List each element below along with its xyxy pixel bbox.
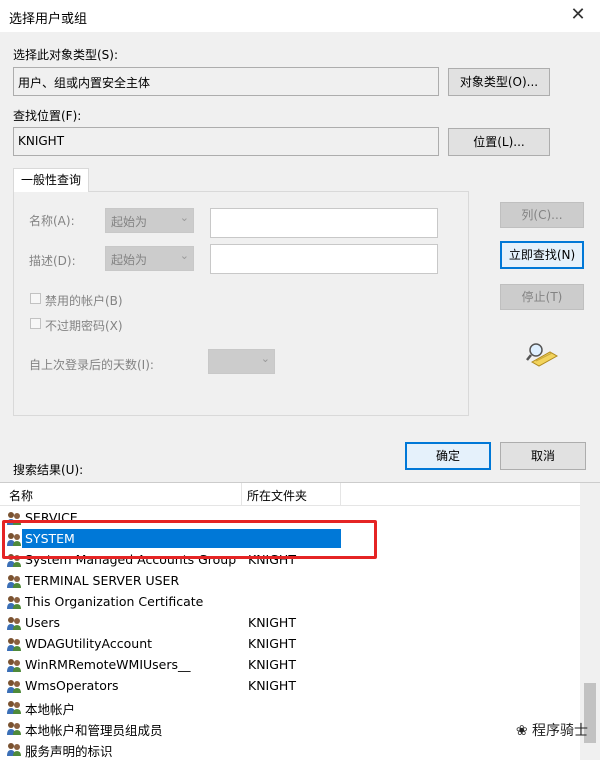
column-divider[interactable]: [241, 483, 242, 505]
tab-general-query[interactable]: 一般性查询: [13, 168, 89, 192]
description-mode-value: 起始为: [111, 253, 148, 267]
group-icon: [6, 636, 22, 652]
no-expire-checkbox[interactable]: [30, 318, 41, 329]
row-name: 本地帐户: [25, 702, 76, 717]
name-mode-select[interactable]: 起始为 ⌄: [105, 208, 194, 233]
row-name: Users: [25, 615, 61, 630]
find-now-button[interactable]: 立即查找(N): [500, 241, 584, 269]
row-name: WDAGUtilityAccount: [25, 636, 153, 651]
table-row[interactable]: Users KNIGHT: [0, 612, 580, 633]
days-since-login-select[interactable]: ⌄: [208, 349, 275, 374]
watermark-text: 程序骑士: [532, 723, 588, 739]
column-header-folder[interactable]: 所在文件夹: [247, 487, 307, 504]
stop-button[interactable]: 停止(T): [500, 284, 584, 310]
window-title: 选择用户或组: [9, 12, 88, 27]
name-label: 名称(A):: [29, 214, 75, 228]
row-folder: KNIGHT: [248, 615, 296, 630]
disabled-accounts-label: 禁用的帐户(B): [45, 294, 123, 308]
results-label: 搜索结果(U):: [13, 463, 84, 477]
group-icon: [6, 594, 22, 610]
object-types-label: 选择此对象类型(S):: [13, 48, 119, 62]
group-icon: [6, 573, 22, 589]
search-icon: [524, 340, 560, 368]
object-types-button[interactable]: 对象类型(O)...: [448, 68, 550, 96]
title-bar: [0, 0, 600, 32]
highlight-box: [2, 520, 377, 559]
chevron-down-icon: ⌄: [260, 352, 270, 365]
row-name: WinRMRemoteWMIUsers__: [25, 657, 191, 672]
table-row[interactable]: WmsOperators KNIGHT: [0, 675, 580, 696]
row-name: This Organization Certificate: [25, 594, 204, 609]
table-row[interactable]: 本地帐户和管理员组成员: [0, 717, 580, 738]
location-button[interactable]: 位置(L)...: [448, 128, 550, 156]
cancel-button[interactable]: 取消: [500, 442, 586, 470]
columns-button[interactable]: 列(C)...: [500, 202, 584, 228]
table-row[interactable]: WinRMRemoteWMIUsers__ KNIGHT: [0, 654, 580, 675]
table-row[interactable]: 服务声明的标识: [0, 738, 580, 759]
wechat-icon: ❀: [515, 723, 528, 739]
row-folder: KNIGHT: [248, 636, 296, 651]
chevron-down-icon: ⌄: [179, 249, 189, 262]
object-types-field: 用户、组或内置安全主体: [13, 67, 439, 96]
chevron-down-icon: ⌄: [179, 211, 189, 224]
row-name: WmsOperators: [25, 678, 119, 693]
close-icon[interactable]: ✕: [566, 4, 590, 26]
results-header: 名称 所在文件夹: [0, 483, 580, 506]
row-name: 本地帐户和管理员组成员: [25, 723, 163, 738]
table-row[interactable]: This Organization Certificate: [0, 591, 580, 612]
days-since-login-label: 自上次登录后的天数(I):: [29, 358, 154, 372]
ok-button[interactable]: 确定: [405, 442, 491, 470]
disabled-accounts-checkbox[interactable]: [30, 293, 41, 304]
scrollbar[interactable]: [580, 483, 600, 760]
row-name: 服务声明的标识: [25, 744, 113, 759]
table-row[interactable]: WDAGUtilityAccount KNIGHT: [0, 633, 580, 654]
table-row[interactable]: TERMINAL SERVER USER: [0, 570, 580, 591]
name-input[interactable]: [210, 208, 438, 238]
group-icon: [6, 657, 22, 673]
group-icon: [6, 615, 22, 631]
group-icon: [6, 720, 22, 736]
location-field: KNIGHT: [13, 127, 439, 156]
row-folder: KNIGHT: [248, 657, 296, 672]
no-expire-label: 不过期密码(X): [45, 319, 123, 333]
group-icon: [6, 699, 22, 715]
group-icon: [6, 678, 22, 694]
description-label: 描述(D):: [29, 254, 76, 268]
location-label: 查找位置(F):: [13, 109, 82, 123]
column-divider[interactable]: [340, 483, 341, 505]
description-input[interactable]: [210, 244, 438, 274]
table-row[interactable]: 本地帐户: [0, 696, 580, 717]
row-name: TERMINAL SERVER USER: [25, 573, 180, 588]
column-header-name[interactable]: 名称: [9, 487, 33, 504]
group-icon: [6, 741, 22, 757]
name-mode-value: 起始为: [111, 215, 148, 229]
watermark: ❀ 程序骑士: [516, 720, 588, 740]
row-folder: KNIGHT: [248, 678, 296, 693]
description-mode-select[interactable]: 起始为 ⌄: [105, 246, 194, 271]
